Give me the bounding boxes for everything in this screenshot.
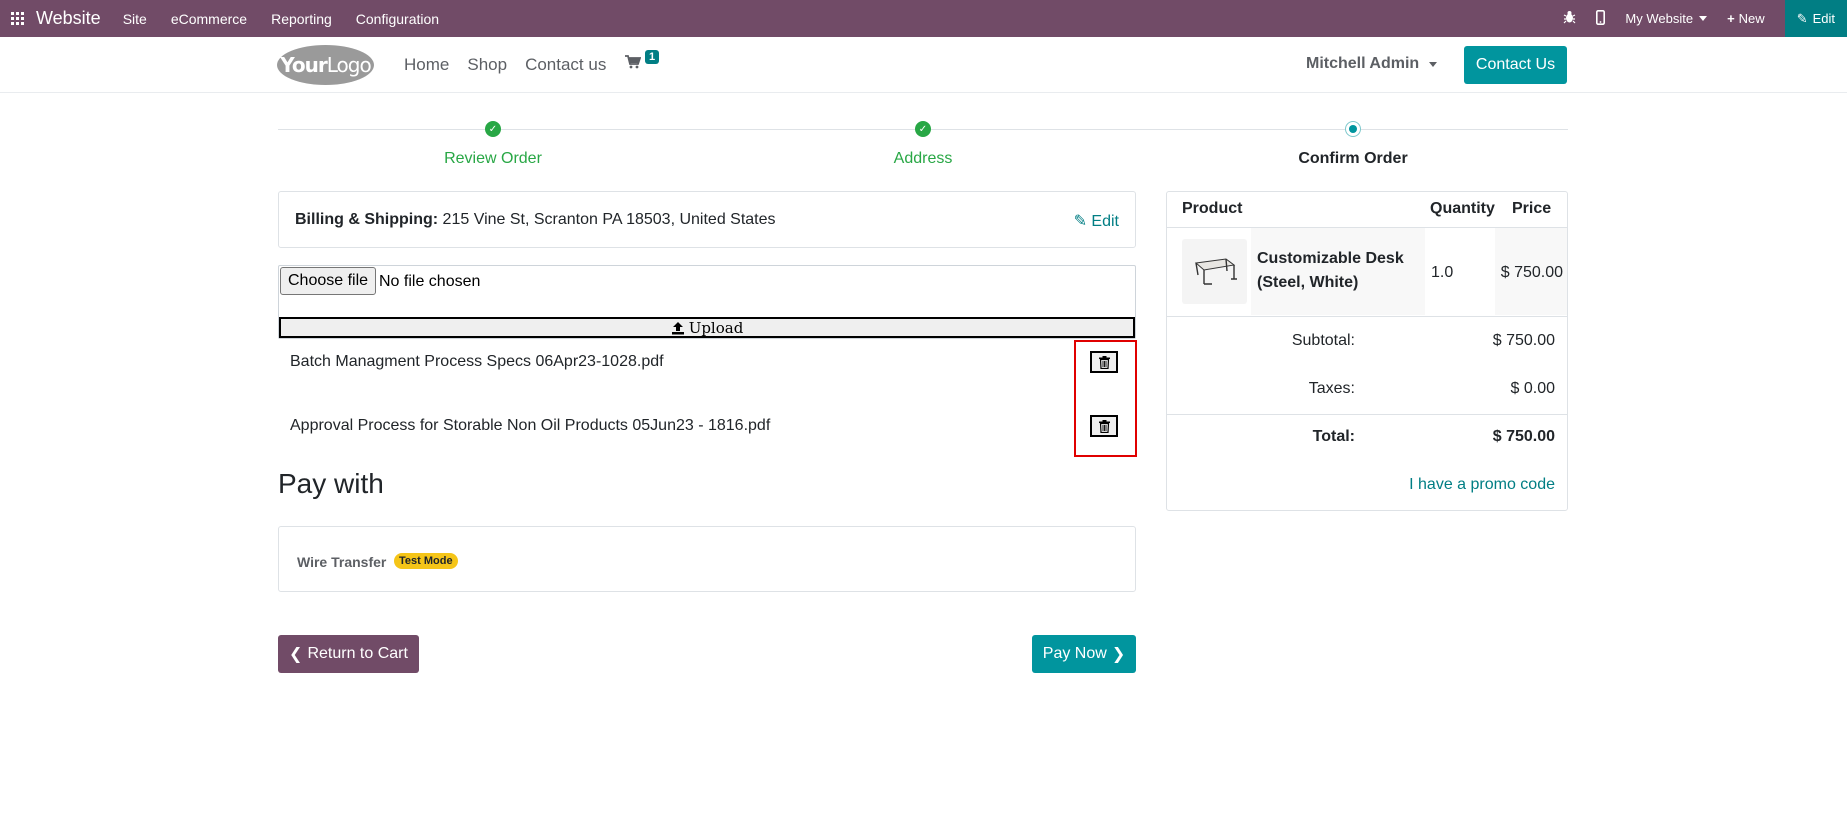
chevron-left-icon: ❮ — [289, 646, 303, 663]
promo-code-link[interactable]: I have a promo code — [1409, 476, 1555, 494]
col-price: Price — [1512, 200, 1552, 217]
total-value: $ 750.00 — [1492, 428, 1555, 445]
apps-grid-icon[interactable] — [11, 11, 25, 26]
order-summary: Product Quantity Price Customizable Desk… — [1166, 191, 1568, 511]
attachment-name[interactable]: Approval Process for Storable Non Oil Pr… — [290, 417, 770, 435]
product-quantity: 1.0 — [1431, 264, 1454, 281]
chevron-right-icon: ❯ — [1111, 646, 1126, 663]
caret-down-icon — [1429, 61, 1438, 67]
billing-label: Billing & Shipping: — [295, 211, 439, 228]
menu-ecommerce[interactable]: eCommerce — [171, 11, 247, 27]
menu-reporting[interactable]: Reporting — [271, 11, 332, 27]
billing-edit-link[interactable]: ✎ Edit — [1074, 211, 1119, 231]
billing-shipping-card: Billing & Shipping: 215 Vine St, Scranto… — [278, 191, 1136, 248]
payment-method-card[interactable]: Wire Transfer Test Mode — [278, 526, 1136, 592]
product-image — [1182, 239, 1247, 304]
user-name: Mitchell Admin — [1306, 55, 1420, 72]
pay-now-label: Pay Now — [1042, 645, 1107, 662]
nav-shop[interactable]: Shop — [467, 55, 507, 75]
user-menu[interactable]: Mitchell Admin — [1306, 55, 1438, 73]
col-product: Product — [1182, 200, 1243, 217]
desk-icon — [1194, 258, 1237, 285]
bug-icon[interactable] — [1563, 10, 1576, 27]
taxes-label: Taxes: — [1308, 380, 1355, 397]
upload-icon — [671, 321, 684, 334]
website-selector[interactable]: My Website — [1625, 11, 1708, 26]
step-review-order[interactable]: Review Order — [444, 150, 542, 168]
attachment-name[interactable]: Batch Managment Process Specs 06Apr23-10… — [290, 353, 664, 371]
subtotal-label: Subtotal: — [1291, 332, 1355, 349]
cart-count-badge: 1 — [645, 50, 660, 64]
menu-configuration[interactable]: Configuration — [356, 11, 439, 27]
main-nav: Home Shop Contact us — [404, 55, 624, 75]
product-price: $ 750.00 — [1500, 264, 1563, 281]
subtotal-value: $ 750.00 — [1492, 332, 1555, 349]
choose-file-button[interactable]: Choose file — [280, 267, 377, 295]
taxes-value: $ 0.00 — [1510, 380, 1555, 397]
divider — [1167, 316, 1567, 317]
billing-address-value: 215 Vine St, Scranton PA 18503, United S… — [442, 211, 776, 228]
current-step-icon — [1345, 121, 1361, 137]
product-name[interactable]: Customizable Desk (Steel, White) — [1257, 247, 1417, 295]
test-mode-badge: Test Mode — [394, 553, 458, 569]
pay-now-button[interactable]: Pay Now ❯ — [1032, 635, 1136, 673]
no-file-chosen-text: No file chosen — [379, 273, 481, 290]
new-button[interactable]: + New — [1727, 11, 1765, 26]
edit-button[interactable]: ✎ Edit — [1784, 0, 1847, 37]
edit-label: Edit — [1812, 11, 1835, 26]
step-address[interactable]: Address — [894, 150, 953, 168]
divider — [1167, 414, 1567, 415]
check-circle-icon: ✓ — [485, 121, 501, 137]
edit-icon: ✎ — [1073, 213, 1087, 230]
upload-button[interactable]: Upload — [279, 317, 1135, 338]
attachment-upload-form: Choose file No file chosen Upload — [278, 265, 1136, 339]
site-header: Your Logo Home Shop Contact us 1 Mitchell… — [0, 37, 1847, 93]
app-brand[interactable]: Website — [36, 8, 101, 29]
admin-navbar: Website Site eCommerce Reporting Configu… — [0, 0, 1847, 37]
plus-icon: + — [1727, 11, 1735, 26]
pay-with-heading: Pay with — [278, 468, 384, 499]
site-logo[interactable]: Your Logo — [277, 45, 374, 85]
check-circle-icon: ✓ — [915, 121, 931, 137]
nav-home[interactable]: Home — [404, 55, 449, 75]
billing-edit-label: Edit — [1091, 213, 1119, 230]
new-label: New — [1738, 11, 1765, 26]
upload-label: Upload — [688, 318, 744, 337]
delete-buttons-highlight — [1074, 340, 1137, 457]
contact-us-button[interactable]: Contact Us — [1464, 46, 1567, 84]
mobile-preview-icon[interactable] — [1596, 9, 1606, 28]
return-to-cart-button[interactable]: ❮ Return to Cart — [278, 635, 419, 673]
caret-down-icon — [1699, 16, 1708, 21]
billing-address: Billing & Shipping: 215 Vine St, Scranto… — [295, 211, 776, 229]
col-quantity: Quantity — [1430, 200, 1495, 217]
menu-site[interactable]: Site — [123, 11, 147, 27]
nav-contact-us[interactable]: Contact us — [525, 55, 606, 75]
step-confirm-order: Confirm Order — [1298, 150, 1408, 167]
cart-icon — [625, 55, 642, 69]
website-selector-label: My Website — [1625, 11, 1694, 26]
payment-method-name: Wire Transfer — [297, 554, 387, 570]
product-price-cell: $ 750.00 — [1495, 228, 1567, 315]
logo-text-bold: Your — [280, 53, 327, 77]
total-label: Total: — [1312, 428, 1355, 445]
cart-link[interactable]: 1 — [625, 50, 660, 74]
logo-text: Logo — [326, 53, 372, 77]
pencil-icon: ✎ — [1796, 10, 1808, 26]
return-to-cart-label: Return to Cart — [307, 645, 408, 662]
